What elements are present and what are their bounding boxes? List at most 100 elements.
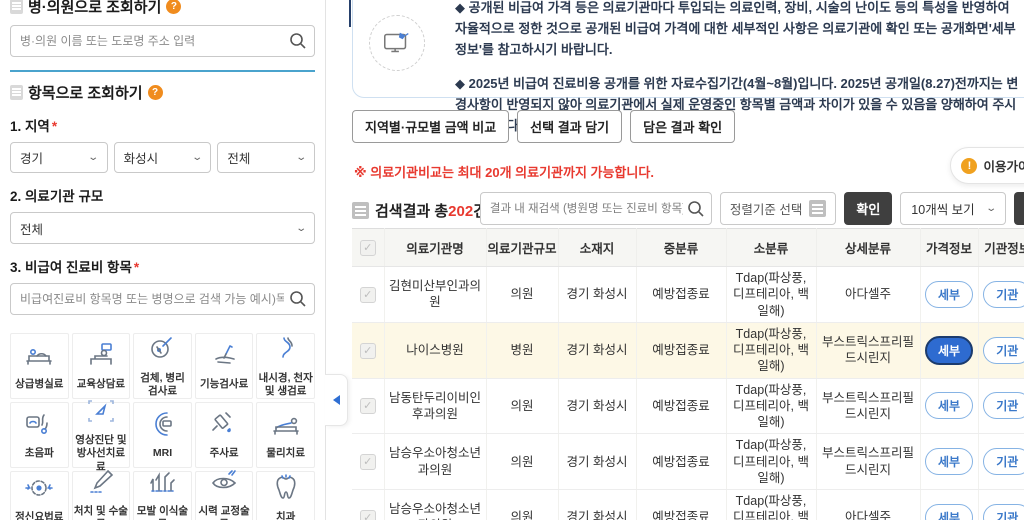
sort-criteria-select[interactable]: 정렬기준 선택 [719,192,837,225]
bed-icon [24,340,54,375]
main-content: ◆ 공개된 비급여 가격 등은 의료기관마다 투입되는 의료인력, 장비, 시술… [349,0,1024,520]
category-item[interactable]: 정신요법료 [10,471,69,520]
category-item[interactable]: 검체, 병리 검사료 [133,333,192,399]
category-item[interactable]: 초음파 [10,402,69,468]
price-detail-button[interactable]: 세부 [925,335,973,365]
price-detail-button[interactable]: 세부 [925,280,973,308]
sort-confirm-button[interactable]: 확인 [844,192,893,225]
col-mid-category: 중분류 [635,228,726,267]
search-icon[interactable] [687,200,705,218]
row-checkbox[interactable]: ✓ [359,342,376,359]
org-info-button[interactable]: 기관 [983,280,1024,308]
row-checkbox[interactable]: ✓ [359,286,376,303]
results-table: ✓ 의료기관명 의료기관규모 소재지 중분류 소분류 상세분류 가격정보 기관정… [352,228,1024,520]
mri-icon [147,409,177,444]
ultrasound-icon [24,409,54,444]
region-select-city[interactable]: 화성시 ⌄ [113,142,212,173]
page-size-confirm-button[interactable]: 확인 [1014,192,1024,225]
sort-icon [809,200,827,217]
cell-mid-category: 예방접종료 [635,433,726,490]
category-item[interactable]: MRI [133,402,192,468]
comparison-limit-warning: ※ 의료기관비교는 최대 20개 의료기관까지 가능합니다. [354,165,654,180]
category-item[interactable]: 기능검사료 [194,333,254,399]
category-item[interactable]: 주사료 [194,402,254,468]
sidebar-collapse-handle[interactable] [325,374,348,426]
add-selection-button[interactable]: 선택 결과 담기 [517,110,623,143]
category-label: 초음파 [24,447,54,460]
category-item[interactable]: 내시경, 천자 및 생검료 [256,333,315,399]
search-icon[interactable] [289,290,307,308]
cell-detail-category: 아다셀주 [815,266,920,323]
col-institution-scale: 의료기관규모 [485,228,558,267]
org-info-button[interactable]: 기관 [983,392,1024,420]
price-detail-button[interactable]: 세부 [925,448,973,476]
cell-detail-category: 부스트릭스프리필드시린지 [815,322,920,379]
category-item[interactable]: 시력 교정술료 [194,470,254,520]
region-select-province[interactable]: 경기 ⌄ [10,142,108,173]
category-label: MRI [152,447,173,460]
noncovered-fee-portal: 병·의원으로 조회하기 ? 항목으로 조회하기 ? 1. 지역* 경기⌄ 화성시… [0,0,1024,520]
radiology-icon [86,396,116,431]
help-icon[interactable]: ? [166,0,182,14]
category-item[interactable]: 상급병실료 [10,333,69,399]
col-org-info: 기관정보 [977,228,1024,267]
injection-icon [209,409,239,444]
search-sidebar: 병·의원으로 조회하기 ? 항목으로 조회하기 ? 1. 지역* 경기⌄ 화성시… [0,0,326,520]
org-info-button[interactable]: 기관 [983,336,1024,364]
price-detail-button[interactable]: 세부 [925,392,973,420]
view-saved-button[interactable]: 담은 결과 확인 [630,110,736,143]
cell-detail-category: 아다셀주 [815,489,920,520]
page-size-select[interactable]: 10개씩 보기 ⌄ [900,192,1007,225]
chevron-down-icon: ⌄ [294,222,307,234]
cell-detail-category: 부스트릭스프리필드시린지 [815,378,920,435]
category-label: 검체, 병리 검사료 [140,371,185,397]
item-label: 3. 비급여 진료비 항목 * [10,260,140,275]
dental-icon [271,473,301,508]
row-checkbox[interactable]: ✓ [359,509,376,520]
category-item[interactable]: 교육상담료 [71,333,131,399]
function-test-icon [209,340,239,375]
item-search-title-text: 항목으로 조회하기 [28,85,143,102]
hospital-search-input[interactable] [10,25,315,57]
row-checkbox[interactable]: ✓ [359,398,376,415]
category-label: 교육상담료 [76,378,126,391]
table-row: ✓ 김현미산부인과의원 의원 경기 화성시 예방접종료 Tdap(파상풍, 디프… [352,266,1024,323]
category-item[interactable]: 영상진단 및 방사선치료료 [71,400,131,473]
table-row: ✓ 남승우소아청소년과의원 의원 경기 화성시 예방접종료 Tdap(파상풍, … [352,489,1024,520]
cell-sub-category: Tdap(파상풍, 디프테리아, 백일해) [725,266,816,323]
compare-by-region-button[interactable]: 지역별·규모별 금액 비교 [352,110,510,143]
collapse-arrow-icon [332,395,340,405]
search-icon[interactable] [289,32,307,50]
cell-institution-name: 남승우소아청소년과의원 [383,489,486,520]
cell-sub-category: Tdap(파상풍, 디프테리아, 백일해) [725,433,816,490]
cell-mid-category: 예방접종료 [635,378,726,435]
specimen-pathology-icon [147,334,177,369]
category-item[interactable]: 물리치료 [256,402,315,468]
table-row: ✓ 나이스병원 병원 경기 화성시 예방접종료 Tdap(파상풍, 디프테리아,… [352,322,1024,379]
org-info-button[interactable]: 기관 [983,503,1024,520]
cell-sub-category: Tdap(파상풍, 디프테리아, 백일해) [725,489,816,520]
notice-paragraph: ◆ 공개된 비급여 가격 등은 의료기관마다 투입되는 의료인력, 장비, 시술… [455,0,1016,57]
category-item[interactable]: 치과 [256,471,315,520]
category-item[interactable]: 처치 및 수술료 [71,469,131,520]
result-count: 검색결과 총202건 [352,200,487,221]
item-search-input[interactable] [10,283,315,315]
row-checkbox[interactable]: ✓ [359,454,376,471]
select-all-checkbox[interactable]: ✓ [359,239,376,256]
scale-select[interactable]: 전체 ⌄ [10,212,315,244]
cell-mid-category: 예방접종료 [635,489,726,520]
org-info-button[interactable]: 기관 [983,448,1024,476]
cell-institution-scale: 병원 [485,322,558,379]
result-count-number: 202 [448,203,474,220]
region-select-district[interactable]: 전체 ⌄ [217,142,316,173]
research-input[interactable] [479,192,712,225]
category-item[interactable]: 모발 이식술료 [133,471,192,520]
col-institution-name: 의료기관명 [383,228,486,267]
cell-institution-name: 남승우소아청소년과의원 [383,433,486,490]
cell-sub-category: Tdap(파상풍, 디프테리아, 백일해) [725,378,816,435]
document-icon [10,85,23,100]
usage-guide-button[interactable]: ! 이용가이드 [950,147,1024,184]
help-icon[interactable]: ? [147,85,163,100]
price-detail-button[interactable]: 세부 [925,503,973,520]
region-label: 1. 지역 * [10,119,58,134]
